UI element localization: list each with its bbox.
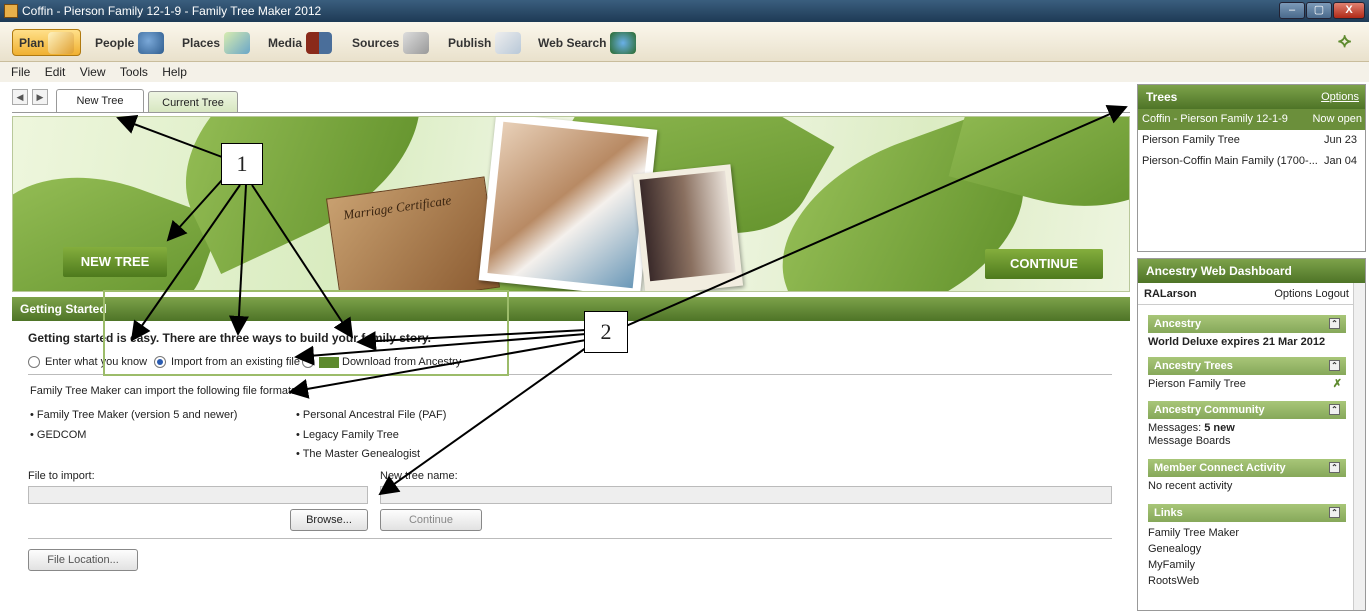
callout-1: 1	[221, 143, 263, 185]
callout-2: 2	[584, 311, 628, 353]
annotation-arrows	[116, 105, 1128, 496]
